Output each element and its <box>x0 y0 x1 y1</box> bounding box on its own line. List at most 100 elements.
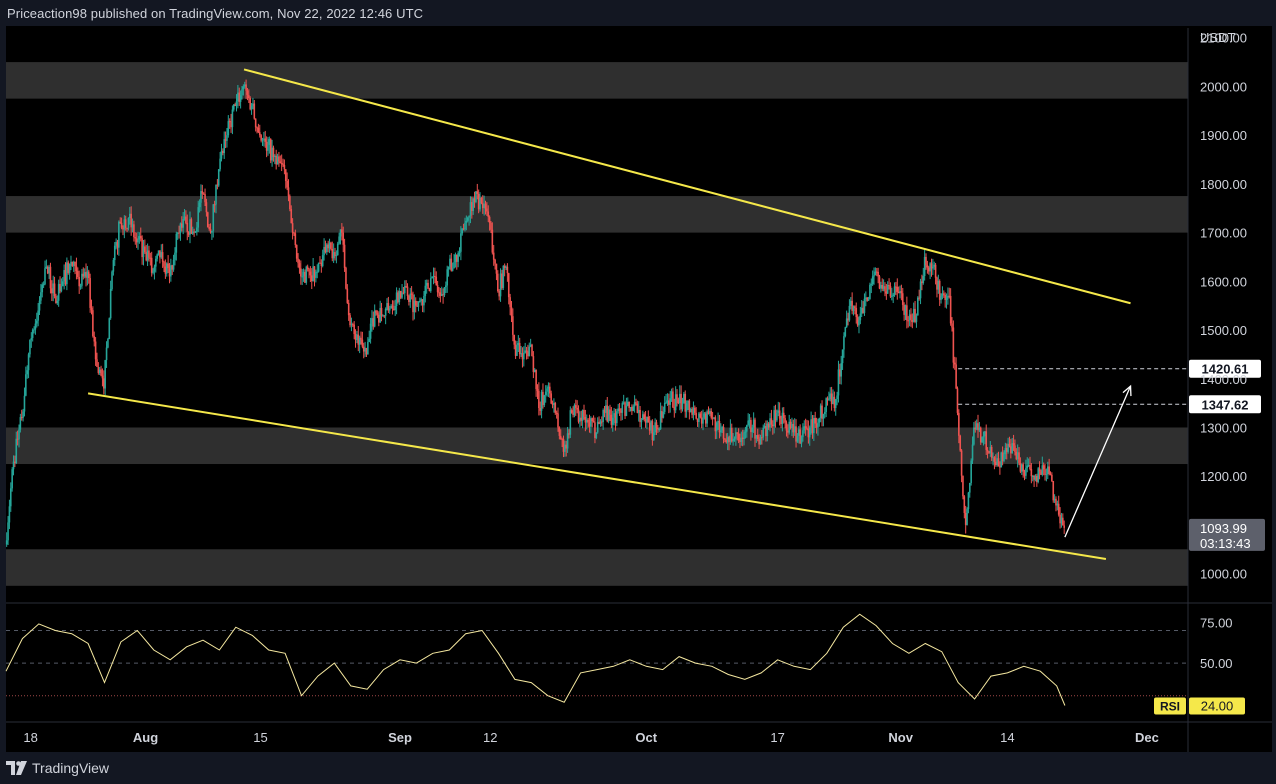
candle-body <box>1056 503 1059 506</box>
candle-body <box>189 219 191 235</box>
candle-body <box>402 292 405 294</box>
candle-body <box>912 308 915 322</box>
candle-body <box>758 438 760 445</box>
candle-body <box>658 429 661 431</box>
candle-body <box>141 238 143 258</box>
candle-body <box>34 323 37 330</box>
candle-body <box>49 266 52 289</box>
candle-body <box>540 391 543 411</box>
candle-body <box>501 273 503 288</box>
candle-body <box>85 272 87 278</box>
candle-body <box>737 433 740 441</box>
candle-body <box>82 273 85 277</box>
candle-body <box>278 156 280 162</box>
candle-body <box>260 135 262 141</box>
candle-body <box>327 244 329 249</box>
candle-body <box>624 402 626 416</box>
candle-body <box>646 416 648 423</box>
candle-body <box>739 440 741 442</box>
candle-body <box>720 430 722 433</box>
candle-body <box>349 315 351 326</box>
candle-body <box>150 257 153 273</box>
time-tick-label: 12 <box>483 730 497 745</box>
candle-body <box>807 429 810 438</box>
candle-body <box>31 329 34 338</box>
candle-body <box>990 446 993 458</box>
candle-body <box>588 422 591 427</box>
candle-body <box>984 431 986 437</box>
candle-body <box>791 423 793 429</box>
candle-body <box>756 435 759 439</box>
candle-body <box>785 422 788 431</box>
candle-body <box>312 266 314 282</box>
candle-body <box>943 293 945 295</box>
price-chart[interactable]: 1420.611347.62USDT2100.002000.001900.001… <box>0 0 1276 784</box>
candle-body <box>134 237 137 239</box>
candle-body <box>475 191 477 202</box>
candle-body <box>620 410 622 413</box>
candle-body <box>202 193 205 195</box>
candle-body <box>906 305 908 321</box>
rsi-name-label: RSI <box>1160 699 1180 713</box>
candle-body <box>185 216 187 223</box>
candle-body <box>265 141 268 151</box>
candle-body <box>205 202 208 213</box>
candle-body <box>529 344 532 347</box>
candle-body <box>269 139 272 161</box>
candle-body <box>9 488 12 507</box>
candle-body <box>922 276 925 284</box>
candle-body <box>1059 514 1061 524</box>
candle-body <box>142 246 145 258</box>
candle-body <box>466 217 469 221</box>
candle-body <box>336 243 339 256</box>
candle-body <box>692 407 695 415</box>
candle-body <box>78 276 80 287</box>
candle-body <box>113 245 116 261</box>
candle-body <box>884 286 886 292</box>
candle-body <box>780 418 782 424</box>
candle-body <box>536 388 539 391</box>
candle-body <box>680 393 682 410</box>
candle-body <box>310 275 313 282</box>
candle-body <box>826 398 829 400</box>
candle-body <box>1004 448 1007 455</box>
candle-body <box>38 300 41 311</box>
candle-body <box>559 435 562 439</box>
candle-body <box>625 405 628 416</box>
candle-body <box>778 410 781 419</box>
candle-body <box>918 297 920 299</box>
candle-body <box>610 414 613 425</box>
candle-body <box>899 291 901 294</box>
candle-body <box>940 295 942 300</box>
candle-body <box>704 413 707 424</box>
candle-body <box>250 105 253 110</box>
candle-body <box>386 303 388 309</box>
candle-body <box>614 413 617 424</box>
candle-body <box>476 191 479 194</box>
candle-body <box>60 286 63 292</box>
candle-body <box>718 420 721 433</box>
candle-body <box>338 236 340 244</box>
candle-body <box>284 169 287 182</box>
candle-body <box>971 444 974 461</box>
candle-body <box>919 281 922 299</box>
candle-body <box>461 228 464 234</box>
candle-body <box>547 386 550 389</box>
candle-body <box>261 139 264 141</box>
candle-body <box>771 424 774 427</box>
candle-body <box>1031 475 1034 477</box>
candle-body <box>795 426 797 442</box>
candle-body <box>15 438 18 463</box>
candle-body <box>186 222 189 232</box>
candle-body <box>539 408 542 411</box>
candle-body <box>528 346 531 357</box>
candle-body <box>858 320 860 326</box>
candle-body <box>70 261 72 264</box>
candle-body <box>834 398 837 408</box>
candle-body <box>323 246 325 256</box>
price-tick-label: 1900.00 <box>1200 128 1247 143</box>
candle-body <box>137 239 139 243</box>
candle-body <box>650 421 652 431</box>
candle-body <box>241 89 243 96</box>
candle-body <box>56 300 59 304</box>
